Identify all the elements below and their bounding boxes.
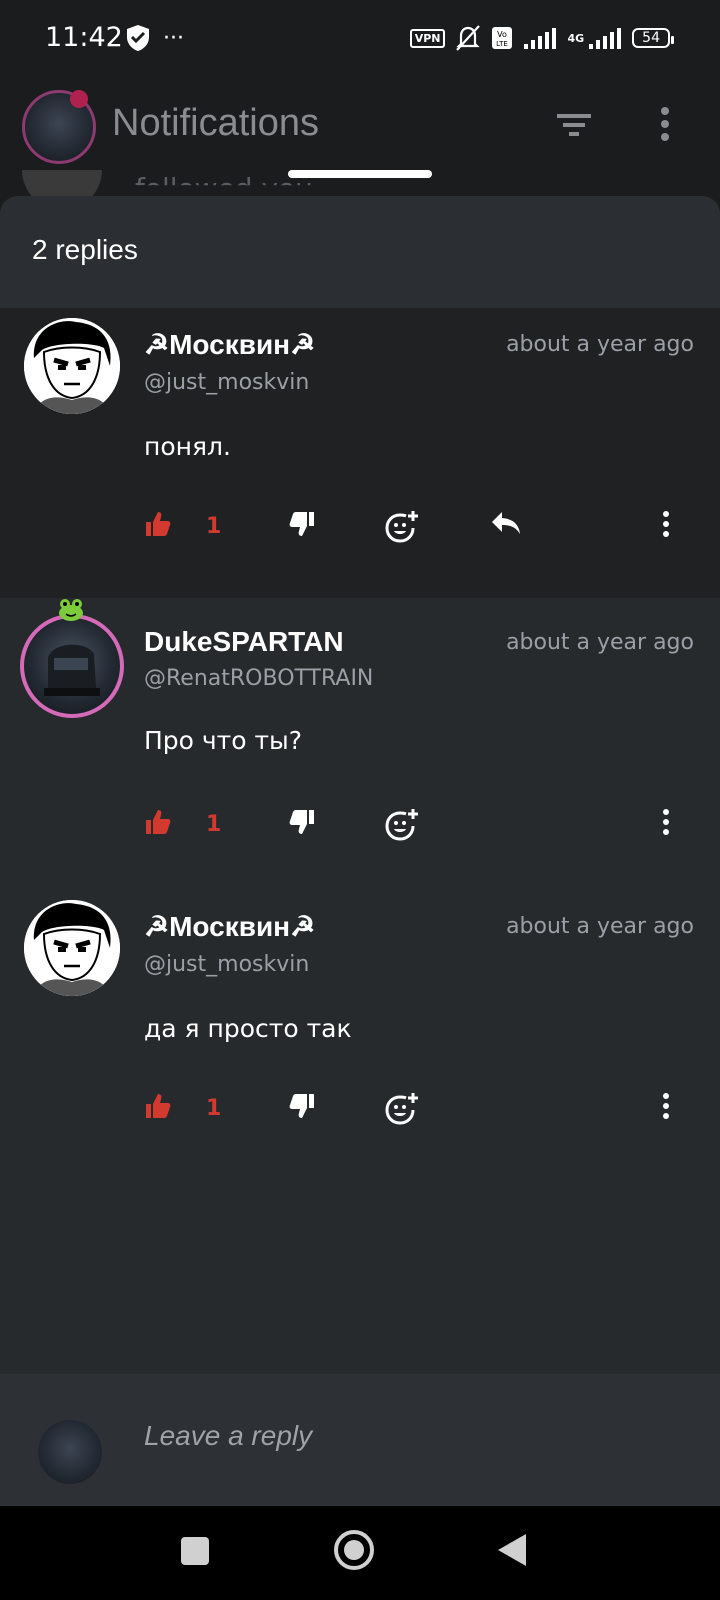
- battery-indicator: 54: [632, 28, 674, 48]
- avatar-face-icon: [24, 318, 120, 414]
- more-vert-icon[interactable]: [662, 1092, 670, 1120]
- avatar[interactable]: [20, 614, 124, 718]
- thumbs-up-icon[interactable]: [144, 510, 172, 538]
- comment-author[interactable]: ☭Москвин☭: [144, 910, 315, 943]
- sheet-header: 2 replies: [0, 196, 720, 308]
- thumbs-up-icon[interactable]: [144, 1092, 172, 1120]
- more-vert-icon[interactable]: [662, 808, 670, 836]
- bell-muted-icon: [456, 25, 481, 51]
- signal-icon-2: [589, 28, 622, 49]
- reply-input[interactable]: [142, 1410, 666, 1462]
- comment: ☭Москвин☭ about a year ago @just_moskvin…: [0, 890, 720, 1182]
- comment: DukeSPARTAN about a year ago @RenatROBOT…: [0, 598, 720, 890]
- back-icon[interactable]: [496, 1532, 528, 1568]
- add-reaction-icon[interactable]: [384, 808, 420, 842]
- sheet-drag-handle[interactable]: [288, 170, 432, 178]
- status-right-icons: VPN Vo LTE 4G 54: [409, 24, 674, 52]
- comment-time: about a year ago: [506, 630, 694, 655]
- network-type: 4G: [567, 31, 585, 45]
- comment-author[interactable]: ☭Москвин☭: [144, 328, 315, 361]
- comment-text: Про что ты?: [144, 726, 303, 755]
- comment-handle[interactable]: @just_moskvin: [144, 952, 309, 977]
- svg-text:Vo: Vo: [498, 30, 508, 39]
- avatar-face-icon: [24, 900, 120, 996]
- status-bar: 11:42 ··· VPN Vo LTE 4G 54: [0, 0, 720, 80]
- system-nav-bar: [0, 1506, 720, 1600]
- thumbs-down-icon[interactable]: [288, 808, 316, 836]
- thumbs-down-icon[interactable]: [288, 1092, 316, 1120]
- comment-handle[interactable]: @just_moskvin: [144, 370, 309, 395]
- svg-text:LTE: LTE: [497, 40, 509, 48]
- sheet-title: 2 replies: [32, 234, 138, 265]
- thumbs-up-icon[interactable]: [144, 808, 172, 836]
- more-vert-icon[interactable]: [660, 106, 670, 142]
- app-bar: Notifications: [0, 80, 720, 180]
- comment-text: понял.: [144, 432, 231, 461]
- more-vert-icon[interactable]: [662, 510, 670, 538]
- comment-actions: 1: [144, 510, 704, 550]
- replies-sheet: 2 replies ☭Москвин☭ about a year ago @ju…: [0, 196, 720, 1506]
- volte-icon: VoLTE: [492, 27, 513, 49]
- like-count: 1: [206, 514, 222, 539]
- recents-icon[interactable]: [180, 1536, 210, 1566]
- home-icon[interactable]: [332, 1528, 376, 1572]
- comment-time: about a year ago: [506, 914, 694, 939]
- comment-actions: 1: [144, 808, 704, 848]
- signal-icon: [524, 28, 557, 49]
- frog-badge-icon: [59, 599, 83, 621]
- notification-dot: [70, 90, 88, 108]
- more-notifications-icon: ···: [163, 25, 184, 51]
- like-count: 1: [206, 1096, 222, 1121]
- shield-icon: [127, 25, 149, 51]
- like-count: 1: [206, 812, 222, 837]
- comment-handle[interactable]: @RenatROBOTTRAIN: [144, 666, 373, 691]
- my-avatar: [38, 1420, 102, 1484]
- avatar[interactable]: [24, 900, 120, 996]
- reply-icon[interactable]: [490, 510, 522, 538]
- status-time: 11:42: [45, 22, 123, 53]
- comment: ☭Москвин☭ about a year ago @just_moskvin…: [0, 308, 720, 598]
- add-reaction-icon[interactable]: [384, 1092, 420, 1126]
- comment-author[interactable]: DukeSPARTAN: [144, 626, 344, 658]
- avatar[interactable]: [24, 318, 120, 414]
- add-reaction-icon[interactable]: [384, 510, 420, 544]
- page-title: Notifications: [112, 102, 319, 144]
- vpn-badge: VPN: [409, 28, 446, 48]
- comment-actions: 1: [144, 1092, 704, 1132]
- thumbs-down-icon[interactable]: [288, 510, 316, 538]
- avatar-train-icon: [44, 644, 100, 696]
- status-left-icons: ···: [125, 24, 184, 52]
- comment-time: about a year ago: [506, 332, 694, 357]
- comment-text: да я просто так: [144, 1014, 352, 1043]
- filter-icon[interactable]: [555, 110, 593, 140]
